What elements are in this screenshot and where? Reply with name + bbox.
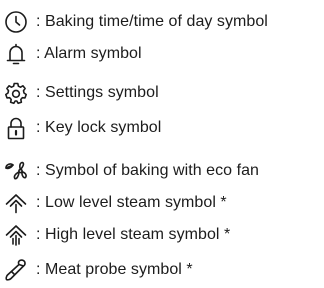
legend-label-key-lock: : Key lock symbol [36, 119, 162, 136]
legend-label-settings: : Settings symbol [36, 84, 159, 101]
bell-icon [2, 40, 30, 68]
legend-item-low-steam: : Low level steam symbol * [0, 189, 324, 217]
legend-label-alarm: : Alarm symbol [36, 45, 142, 62]
eco-fan-icon [2, 157, 30, 185]
symbol-legend: : Baking time/time of day symbol : Alarm… [0, 0, 324, 288]
high-steam-icon [2, 221, 30, 249]
legend-item-eco-fan: : Symbol of baking with eco fan [0, 157, 324, 185]
legend-item-key-lock: : Key lock symbol [0, 114, 324, 142]
legend-item-alarm: : Alarm symbol [0, 40, 324, 68]
low-steam-icon [2, 189, 30, 217]
legend-label-low-steam: : Low level steam symbol * [36, 194, 227, 211]
padlock-icon [2, 114, 30, 142]
clock-icon [2, 8, 30, 36]
legend-label-high-steam: : High level steam symbol * [36, 226, 231, 243]
legend-label-eco-fan: : Symbol of baking with eco fan [36, 162, 260, 179]
gear-icon [2, 79, 30, 107]
legend-item-high-steam: : High level steam symbol * [0, 221, 324, 249]
legend-item-settings: : Settings symbol [0, 79, 324, 107]
legend-item-meat-probe: : Meat probe symbol * [0, 256, 324, 284]
legend-label-baking-time: : Baking time/time of day symbol [36, 13, 268, 30]
legend-label-meat-probe: : Meat probe symbol * [36, 261, 193, 278]
meat-probe-icon [2, 256, 30, 284]
legend-item-baking-time: : Baking time/time of day symbol [0, 8, 324, 36]
